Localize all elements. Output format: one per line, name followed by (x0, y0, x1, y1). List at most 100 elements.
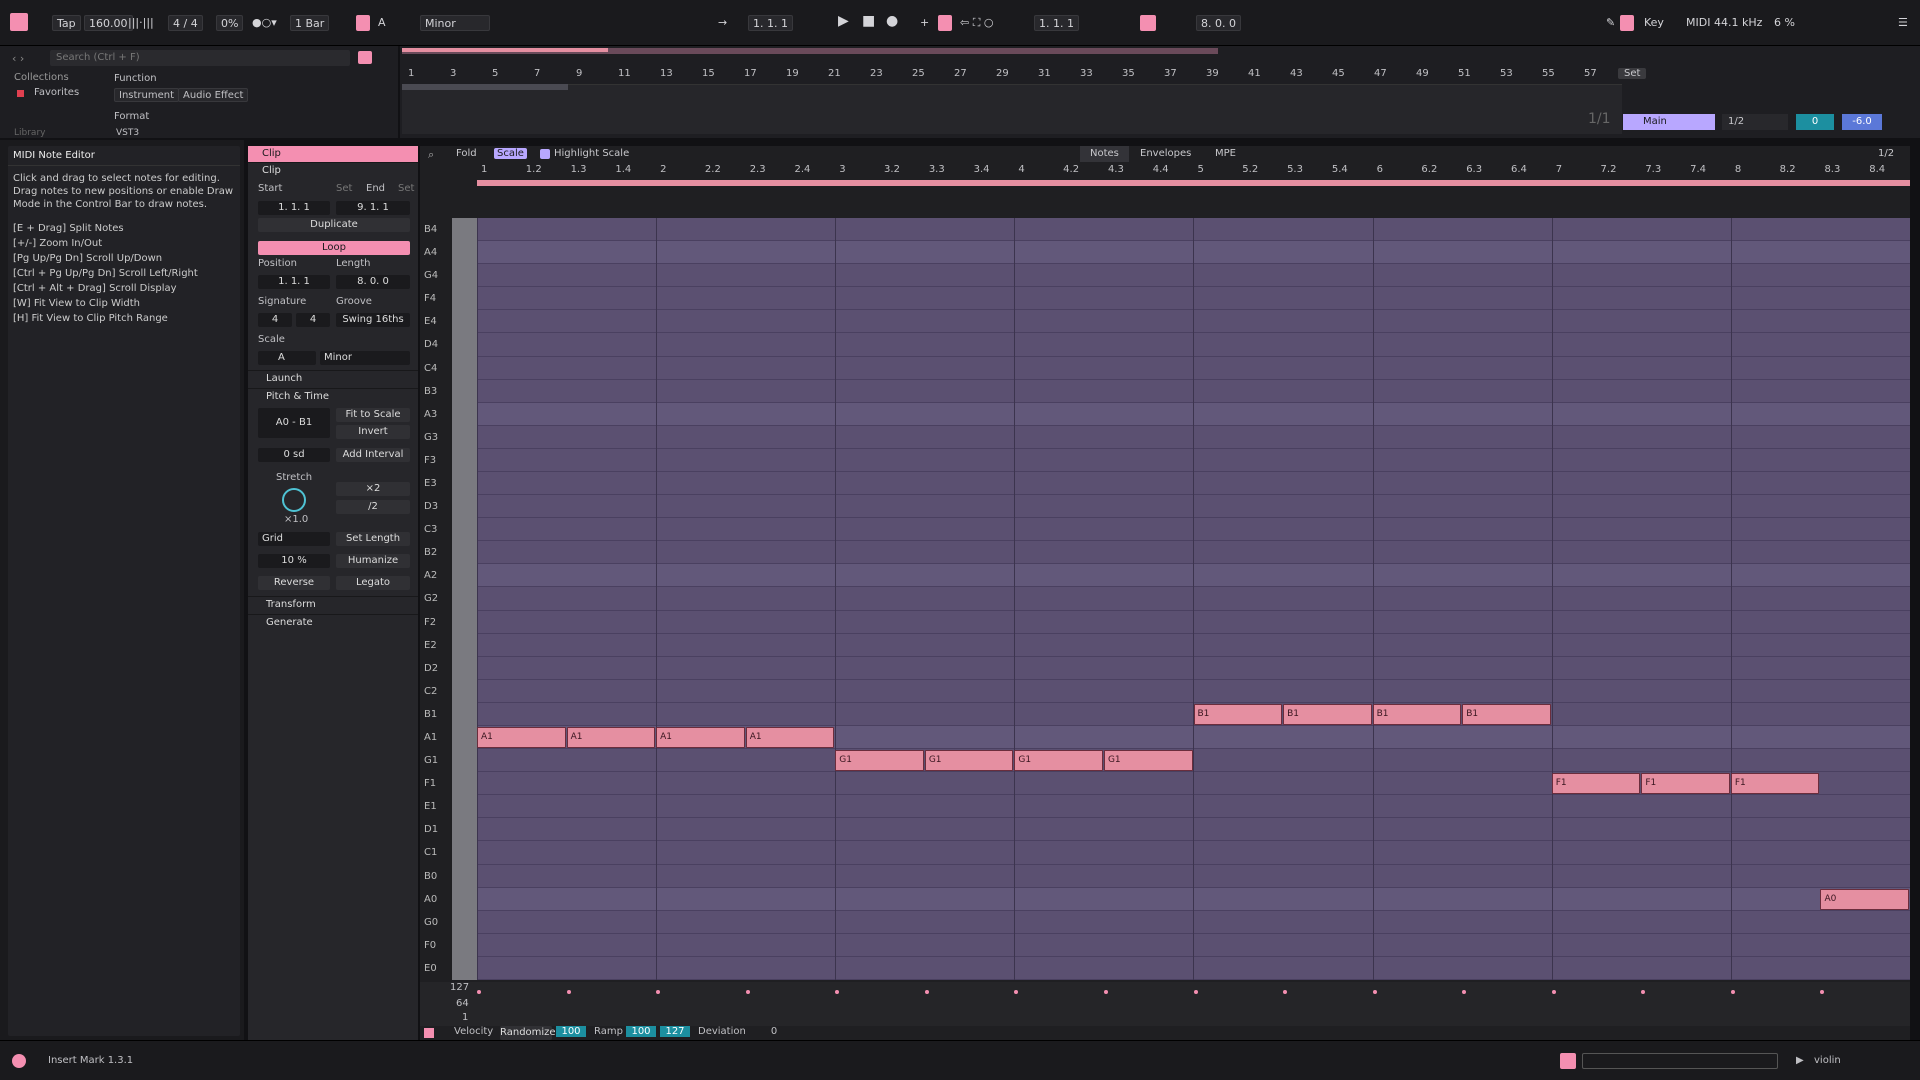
scale-mode-icon[interactable] (356, 15, 370, 31)
quantize-select[interactable]: 1 Bar (290, 15, 330, 31)
track-main[interactable]: Main (1623, 114, 1715, 130)
fit-to-scale-button[interactable]: Fit to Scale (336, 408, 410, 422)
velocity-marker[interactable] (1462, 990, 1467, 994)
groove-select[interactable]: Swing 16ths (336, 313, 410, 327)
ramp-end[interactable]: 127 (660, 1026, 690, 1037)
midi-note[interactable]: B1 (1372, 703, 1462, 725)
clip-title[interactable]: Clip (248, 146, 418, 162)
velocity-marker[interactable] (1103, 990, 1108, 994)
loop-length-field[interactable]: 8. 0. 0 (1196, 15, 1241, 31)
scale-key-select[interactable]: A (258, 351, 316, 365)
generate-header[interactable]: Generate (248, 614, 418, 630)
info-icon[interactable] (12, 1054, 26, 1068)
editor-grid-select[interactable]: 1/2 (1878, 148, 1894, 159)
midi-note[interactable]: B1 (1193, 703, 1283, 725)
note-grid[interactable]: A1 A1 A1 A1 G1 G1 G1 G1 B1 B1 B1 B1 F1 F1 F1 A0 (477, 218, 1910, 980)
record-button[interactable]: ● (886, 13, 898, 29)
set-length-button[interactable]: Set Length (336, 532, 410, 546)
nav-arrows-icon[interactable]: ‹ › (12, 52, 24, 65)
arrangement-loop-brace[interactable] (402, 84, 568, 90)
tab-notes[interactable]: Notes (1080, 146, 1129, 162)
midi-note[interactable]: G1 (924, 750, 1014, 772)
loop-button[interactable]: Loop (258, 241, 410, 255)
stop-button[interactable]: ■ (862, 13, 875, 29)
search-input[interactable]: Search (Ctrl + F) (50, 50, 350, 66)
vst3-tag[interactable]: VST3 (116, 128, 139, 138)
start-field[interactable]: 1. 1. 1 (258, 201, 330, 215)
search-icon[interactable]: ⌕ (428, 148, 434, 162)
start-set-button[interactable]: Set (336, 183, 352, 194)
track-selector[interactable] (1582, 1053, 1778, 1069)
sig-num-field[interactable]: 4 (258, 313, 292, 327)
midi-note[interactable]: G1 (835, 750, 924, 772)
midi-note[interactable]: F1 (1641, 773, 1730, 795)
tab-mpe[interactable]: MPE (1215, 148, 1236, 159)
velocity-marker[interactable] (1730, 990, 1735, 994)
tap-button[interactable]: Tap (52, 15, 81, 31)
humanize-button[interactable]: Humanize (336, 554, 410, 568)
velocity-marker[interactable] (566, 990, 571, 994)
play-button[interactable]: ▶ (838, 13, 849, 29)
menu-icon[interactable]: ☰ (1898, 15, 1908, 31)
launch-header[interactable]: Launch (248, 370, 418, 386)
reverse-button[interactable]: Reverse (258, 576, 330, 590)
tab-envelopes[interactable]: Envelopes (1140, 148, 1191, 159)
transform-header[interactable]: Transform (248, 596, 418, 612)
midi-note[interactable]: A1 (656, 727, 745, 748)
velocity-marker[interactable] (1820, 990, 1825, 994)
filter-icon[interactable] (358, 51, 372, 64)
add-interval-button[interactable]: Add Interval (336, 448, 410, 462)
scale-select[interactable]: Minor (420, 15, 490, 31)
grid-select[interactable]: Grid (258, 532, 330, 546)
randomize-amount[interactable]: 100 (556, 1026, 586, 1037)
velocity-toggle-icon[interactable] (424, 1028, 434, 1038)
end-set-button[interactable]: Set (398, 183, 414, 194)
play-track-icon[interactable]: ▶ (1796, 1055, 1804, 1066)
stretch-knob[interactable] (282, 488, 306, 512)
midi-note[interactable]: G1 (1103, 750, 1193, 772)
duplicate-button[interactable]: Duplicate (258, 218, 410, 232)
arrangement-ruler[interactable]: 1 3 5 7 9 11 13 15 17 19 21 23 25 27 29 31 33 35 37 39 41 43 4… (400, 68, 1620, 82)
midi-note[interactable]: F1 (1730, 773, 1820, 795)
deviation-value[interactable]: 0 (750, 1026, 798, 1037)
velocity-marker[interactable] (1641, 990, 1646, 994)
song-position-field[interactable]: 1. 1. 1 (748, 15, 793, 31)
pitch-time-header[interactable]: Pitch & Time (248, 388, 418, 404)
loop-brace[interactable] (477, 180, 1910, 186)
midi-map-button[interactable]: MIDI (1686, 15, 1710, 31)
favorites-item[interactable]: Favorites (34, 87, 79, 98)
ramp-start[interactable]: 100 (626, 1026, 656, 1037)
editor-ruler[interactable]: 1 1.2 1.3 1.4 2 2.2 2.3 2.4 3 3.2 3.3 3.4 4 4.2 4.3 4.4… (477, 164, 1910, 178)
sig-den-field[interactable]: 4 (296, 313, 330, 327)
midi-note[interactable]: A1 (745, 727, 835, 748)
capture-icon[interactable]: ⇦ ⛶ ○ (960, 15, 994, 31)
velocity-marker[interactable] (1372, 990, 1377, 994)
instrument-tag[interactable]: Instrument (114, 88, 180, 102)
humanize-amount[interactable]: 10 % (258, 554, 330, 568)
midi-note[interactable]: G1 (1014, 750, 1103, 772)
track-quant-select[interactable]: 1/2 (1722, 114, 1788, 130)
stretch-double-button[interactable]: ×2 (336, 482, 410, 496)
velocity-marker[interactable] (1551, 990, 1556, 994)
keyboard-map-icon[interactable] (1620, 15, 1634, 31)
scale-button[interactable]: Scale (494, 148, 527, 159)
midi-note[interactable]: F1 (1551, 773, 1641, 795)
velocity-marker[interactable] (477, 990, 481, 994)
draw-mode-icon[interactable]: ✎ (1606, 15, 1615, 31)
velocity-lane[interactable]: 127 64 1 (420, 982, 1910, 1026)
automation-arm-icon[interactable] (938, 15, 952, 31)
loop-toggle-icon[interactable] (1140, 15, 1156, 31)
set-button[interactable]: Set (1618, 68, 1647, 79)
arm-icon[interactable] (1560, 1053, 1576, 1069)
piano-keys[interactable]: B4 A4 G4 F4 E4 D4 C4 B3 A3 G3 F3 E3 D3 C3 B2 A2 G2 F2 E2 D2… (420, 218, 452, 980)
position-field[interactable]: 1. 1. 1 (258, 275, 330, 289)
track-pan[interactable]: -6.0 (1842, 114, 1882, 130)
format-filter[interactable]: Format (114, 111, 149, 122)
invert-button[interactable]: Invert (336, 425, 410, 439)
velocity-marker[interactable] (656, 990, 661, 994)
key-map-button[interactable]: Key (1644, 15, 1664, 31)
scale-mode-select[interactable]: Minor (320, 351, 410, 365)
key-select[interactable]: A (378, 15, 386, 31)
punch-icon[interactable]: → (718, 15, 727, 31)
audio-effect-tag[interactable]: Audio Effect (178, 88, 249, 102)
